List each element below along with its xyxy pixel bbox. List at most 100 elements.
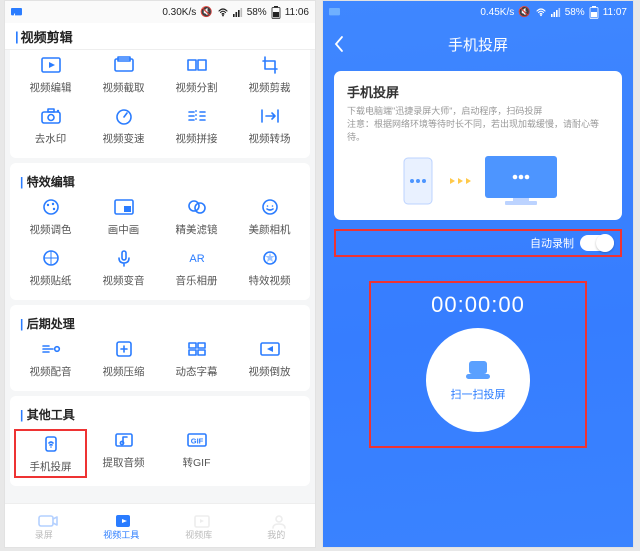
crop-icon (257, 54, 283, 76)
me-nav-icon (267, 511, 285, 527)
voice-icon (111, 247, 137, 269)
bottom-nav: 录屏视频工具 视频库我的 (5, 503, 315, 547)
tool-item-capture[interactable]: 视频截取 (87, 54, 160, 95)
mute-icon: 🔇 (200, 7, 212, 18)
merge-icon (184, 105, 210, 127)
split-icon (184, 54, 210, 76)
tool-item-gif[interactable]: GIF 转GIF (160, 429, 233, 474)
tool-item-edit-clip[interactable]: 视频编辑 (14, 54, 87, 95)
tool-item-transition[interactable]: 视频转场 (233, 105, 306, 146)
ar-icon: AR (184, 247, 210, 269)
tool-item-label: 视频贴纸 (30, 273, 72, 288)
palette-icon (38, 196, 64, 218)
sticker-icon (38, 247, 64, 269)
cast-header: 手机投屏 (323, 23, 633, 65)
tool-item-cast[interactable]: 手机投屏 (14, 429, 87, 478)
battery-icon (271, 6, 281, 19)
pip-icon (111, 196, 137, 218)
tool-item-compress[interactable]: 视频压缩 (87, 338, 160, 379)
left-screen: 0.30K/s 🔇 58% 11:06 | 视频剪辑 视频编辑视频截取视频分割视… (4, 0, 316, 548)
cast-header-title: 手机投屏 (448, 34, 508, 55)
tool-item-split[interactable]: 视频分割 (160, 54, 233, 95)
svg-text:GIF: GIF (190, 437, 203, 446)
tool-item-label: 视频变速 (103, 131, 145, 146)
section-heading: | 其他工具 (14, 404, 306, 429)
tool-item-label: 视频压缩 (103, 364, 145, 379)
status-bar: 0.30K/s 🔇 58% 11:06 (5, 1, 315, 23)
tool-item-filter[interactable]: 精美滤镜 (160, 196, 233, 237)
tool-item-sticker[interactable]: 视频贴纸 (14, 247, 87, 288)
timer-display: 00:00:00 (431, 292, 525, 318)
card-instructions-1: 下载电脑端"迅捷录屏大师"，启动程序，扫码投屏 (347, 105, 609, 118)
phone-device-icon (398, 156, 438, 206)
monitor-device-icon (483, 154, 559, 208)
tool-item-label: 视频转场 (249, 131, 291, 146)
tool-section: 视频编辑视频截取视频分割视频剪裁去水印 视频变速 视频拼接 视频转场 (10, 50, 310, 158)
nav-视频工具[interactable]: 视频工具 (83, 504, 161, 547)
tool-item-beauty[interactable]: 美颜相机 (233, 196, 306, 237)
scan-button-label: 扫一扫投屏 (451, 386, 506, 402)
tool-item-label: 视频倒放 (249, 364, 291, 379)
nav-label: 视频工具 (103, 528, 139, 541)
edit-clip-icon (38, 54, 64, 76)
signal-icon (551, 7, 561, 17)
tool-item-extract-audio[interactable]: 提取音频 (87, 429, 160, 474)
wifi-icon (535, 7, 547, 17)
signal-icon (233, 7, 243, 17)
tool-item-merge[interactable]: 视频拼接 (160, 105, 233, 146)
tools-nav-icon (112, 511, 130, 527)
tool-scroll-area[interactable]: 视频编辑视频截取视频分割视频剪裁去水印视频变速视频拼接视频转场| 特效编辑视频调… (5, 50, 315, 503)
auto-record-toggle[interactable] (580, 235, 614, 251)
record-nav-icon (35, 511, 53, 527)
cast-indicator-icon (11, 8, 22, 17)
tool-item-label: 视频配音 (30, 364, 72, 379)
effect-icon (257, 247, 283, 269)
tool-item-label: 动态字幕 (176, 364, 218, 379)
battery-icon (589, 6, 599, 19)
clock: 11:06 (285, 7, 309, 18)
tool-item-crop[interactable]: 视频剪裁 (233, 54, 306, 95)
tool-item-label: 转GIF (183, 455, 211, 470)
tool-item-label: 去水印 (35, 131, 67, 146)
page-title-bar: | 视频剪辑 (5, 23, 315, 50)
tool-item-label: 视频调色 (30, 222, 72, 237)
svg-text:AR: AR (189, 253, 204, 265)
tool-item-camera[interactable]: 去水印 (14, 105, 87, 146)
nav-视频库[interactable]: 视频库 (160, 504, 238, 547)
clock: 11:07 (603, 7, 627, 18)
tool-item-speed[interactable]: 视频变速 (87, 105, 160, 146)
speed-icon (111, 105, 137, 127)
battery-pct: 58% (247, 7, 267, 18)
tool-item-ar[interactable]: AR音乐相册 (160, 247, 233, 288)
tool-item-label: 视频变音 (103, 273, 145, 288)
device-diagram (347, 154, 609, 208)
card-instructions-2: 注意：根据网络环境等待时长不同，若出现加载缓慢，请耐心等待。 (347, 118, 609, 144)
tool-item-effect[interactable]: 特效视频 (233, 247, 306, 288)
tool-item-palette[interactable]: 视频调色 (14, 196, 87, 237)
reverse-icon (257, 338, 283, 360)
scan-icon (466, 359, 490, 379)
nav-录屏[interactable]: 录屏 (5, 504, 83, 547)
tool-item-voice[interactable]: 视频变音 (87, 247, 160, 288)
tool-item-dub[interactable]: 视频配音 (14, 338, 87, 379)
extract-audio-icon (111, 429, 137, 451)
tool-item-label: 提取音频 (103, 455, 145, 470)
tool-item-label: 视频剪裁 (249, 80, 291, 95)
camera-icon (38, 105, 64, 127)
status-bar: 0.45K/s 🔇 58% 11:07 (323, 1, 633, 23)
tool-item-label: 精美滤镜 (176, 222, 218, 237)
library-nav-icon (190, 511, 208, 527)
arrow-icon (450, 178, 471, 184)
record-panel: 00:00:00 扫一扫投屏 (369, 281, 587, 448)
nav-我的[interactable]: 我的 (238, 504, 316, 547)
tool-item-reverse[interactable]: 视频倒放 (233, 338, 306, 379)
cast-info-card: 手机投屏 下载电脑端"迅捷录屏大师"，启动程序，扫码投屏 注意：根据网络环境等待… (334, 71, 622, 220)
card-title: 手机投屏 (347, 82, 609, 101)
scan-to-cast-button[interactable]: 扫一扫投屏 (426, 328, 530, 432)
dub-icon (38, 338, 64, 360)
tool-item-pip[interactable]: 画中画 (87, 196, 160, 237)
tool-item-subtitle[interactable]: 动态字幕 (160, 338, 233, 379)
tool-item-label: 视频拼接 (176, 131, 218, 146)
transition-icon (257, 105, 283, 127)
back-button[interactable] (333, 35, 344, 53)
